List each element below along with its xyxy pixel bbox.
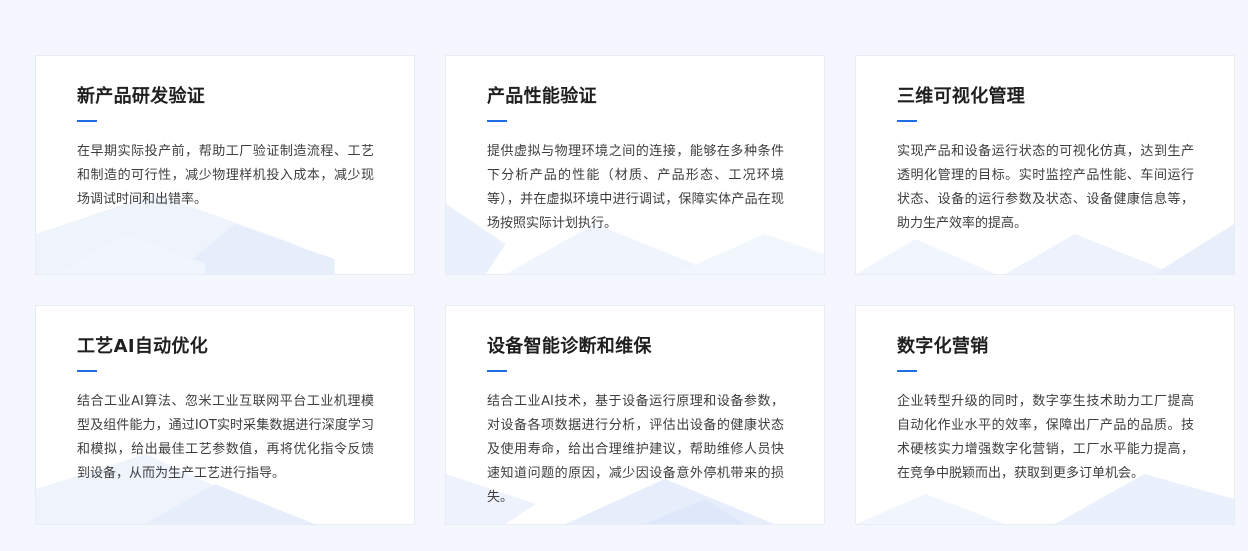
title-underline bbox=[897, 370, 917, 372]
card-description: 结合工业AI算法、忽米工业互联网平台工业机理模型及组件能力，通过IOT实时采集数… bbox=[77, 394, 374, 481]
card-title: 产品性能验证 bbox=[487, 86, 597, 107]
title-underline bbox=[487, 120, 507, 122]
feature-card-digital-marketing: 数字化营销 企业转型升级的同时，数字孪生技术助力工厂提高自动化作业水平的效率，保… bbox=[855, 305, 1235, 525]
feature-card-3d-visualization: 三维可视化管理 实现产品和设备运行状态的可视化仿真，达到生产透明化管理的目标。实… bbox=[855, 55, 1235, 275]
feature-card-equipment-diagnosis: 设备智能诊断和维保 结合工业AI技术，基于设备运行原理和设备参数，对设备各项数据… bbox=[445, 305, 825, 525]
card-title: 新产品研发验证 bbox=[77, 86, 206, 107]
card-title: 设备智能诊断和维保 bbox=[487, 336, 652, 357]
card-description: 实现产品和设备运行状态的可视化仿真，达到生产透明化管理的目标。实时监控产品性能、… bbox=[897, 144, 1194, 231]
title-underline bbox=[897, 120, 917, 122]
title-underline bbox=[77, 120, 97, 122]
card-description: 提供虚拟与物理环境之间的连接，能够在多种条件下分析产品的性能（材质、产品形态、工… bbox=[487, 144, 784, 231]
feature-card-process-ai-optimization: 工艺AI自动优化 结合工业AI算法、忽米工业互联网平台工业机理模型及组件能力，通… bbox=[35, 305, 415, 525]
title-underline bbox=[487, 370, 507, 372]
feature-card-grid: 新产品研发验证 在早期实际投产前，帮助工厂验证制造流程、工艺和制造的可行性，减少… bbox=[35, 55, 1235, 525]
card-description: 企业转型升级的同时，数字孪生技术助力工厂提高自动化作业水平的效率，保障出厂产品的… bbox=[897, 394, 1194, 481]
card-description: 结合工业AI技术，基于设备运行原理和设备参数，对设备各项数据进行分析，评估出设备… bbox=[487, 394, 784, 505]
card-title: 数字化营销 bbox=[897, 336, 989, 357]
card-description: 在早期实际投产前，帮助工厂验证制造流程、工艺和制造的可行性，减少物理样机投入成本… bbox=[77, 144, 374, 207]
feature-card-product-performance: 产品性能验证 提供虚拟与物理环境之间的连接，能够在多种条件下分析产品的性能（材质… bbox=[445, 55, 825, 275]
feature-card-new-product-verification: 新产品研发验证 在早期实际投产前，帮助工厂验证制造流程、工艺和制造的可行性，减少… bbox=[35, 55, 415, 275]
title-underline bbox=[77, 370, 97, 372]
card-title: 三维可视化管理 bbox=[897, 86, 1026, 107]
card-title: 工艺AI自动优化 bbox=[77, 336, 209, 357]
